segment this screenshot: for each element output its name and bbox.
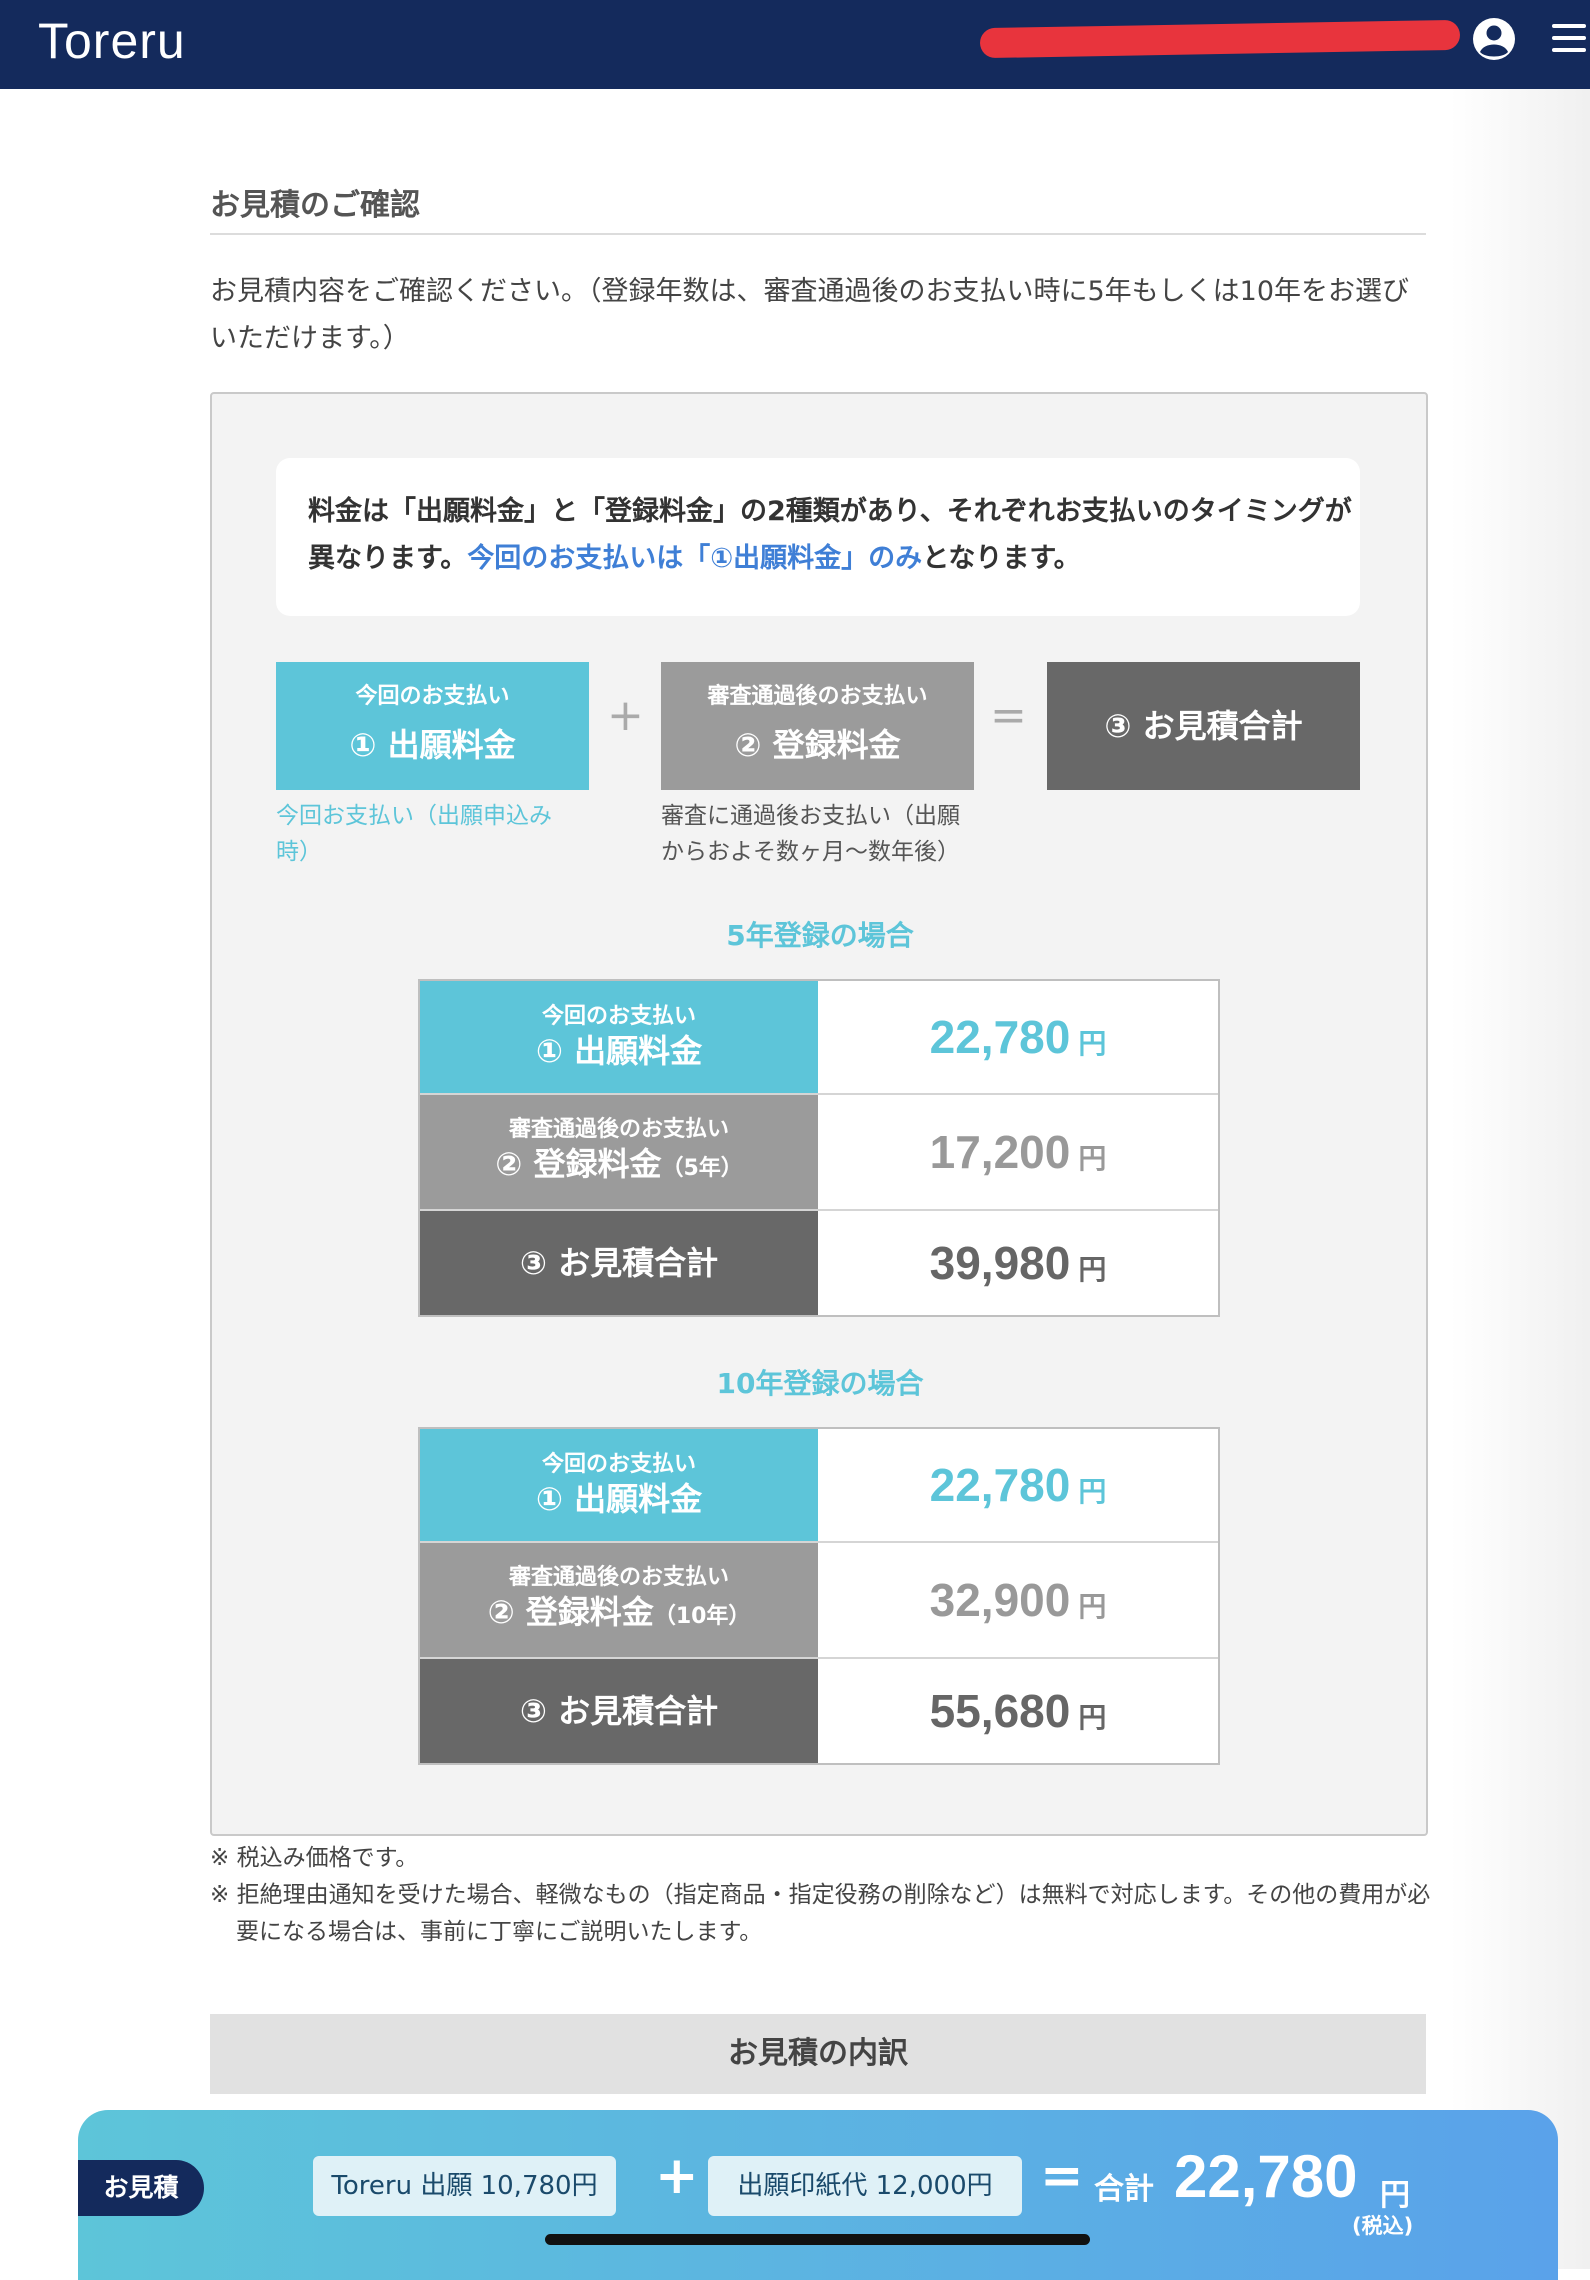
value-number: 39,980 <box>929 1237 1071 1289</box>
value-unit: 円 <box>1078 1143 1107 1174</box>
value-number: 55,680 <box>929 1685 1071 1737</box>
value-number: 17,200 <box>929 1126 1071 1178</box>
bottom-tax-label: (税込) <box>1352 2214 1414 2238</box>
redacted-account-name <box>979 19 1461 59</box>
notice-text-end: となります。 <box>922 543 1081 574</box>
title-divider <box>210 233 1426 235</box>
bottom-plus-sign: + <box>655 2146 699 2206</box>
cell-label: ① 出願料金 <box>535 1480 703 1518</box>
bottom-bar-label: お見積 <box>78 2160 204 2216</box>
case-10-year-title: 10年登録の場合 <box>716 1367 924 1400</box>
value-number: 22,780 <box>929 1459 1071 1511</box>
registration-fee-note: 審査に通過後お支払い（出願からおよそ数ヶ月〜数年後） <box>661 803 960 865</box>
estimate-total-cell: ③ お見積合計 <box>420 1211 818 1315</box>
user-account-icon[interactable] <box>1472 17 1516 61</box>
registration-fee-box: 審査通過後のお支払い ② 登録料金 <box>661 662 974 790</box>
tax-footnote: ※ 税込み価格です。 <box>210 1845 419 1871</box>
cell-caption: 審査通過後のお支払い <box>508 1564 729 1590</box>
filing-fee-value: 22,780 円 <box>818 1429 1218 1541</box>
cell-label: ③ お見積合計 <box>519 1244 719 1282</box>
cell-caption: 審査通過後のお支払い <box>508 1116 729 1142</box>
estimate-total-cell: ③ お見積合計 <box>420 1659 818 1763</box>
filing-fee-note: 今回お支払い（出願申込み時） <box>276 803 552 865</box>
filing-fee-value: 22,780 円 <box>818 981 1218 1093</box>
side-shadow <box>1450 89 1590 2269</box>
registration-fee-cell: 審査通過後のお支払い ② 登録料金（10年） <box>420 1543 818 1657</box>
table-row: 審査通過後のお支払い ② 登録料金（10年） 32,900 円 <box>420 1543 1218 1659</box>
page-title: お見積のご確認 <box>210 188 420 223</box>
value-number: 32,900 <box>929 1574 1071 1626</box>
cell-caption: 今回のお支払い <box>541 1452 696 1477</box>
case-5-year-table: 今回のお支払い ① 出願料金 22,780 円 審査通過後のお支払い ② 登録料金… <box>418 979 1220 1317</box>
home-indicator[interactable] <box>545 2234 1090 2245</box>
registration-fee-value: 32,900 円 <box>818 1543 1218 1657</box>
table-row: ③ お見積合計 55,680 円 <box>420 1659 1218 1763</box>
breakdown-header[interactable]: お見積の内訳 <box>210 2014 1426 2094</box>
value-unit: 円 <box>1078 1702 1107 1733</box>
value-unit: 円 <box>1078 1476 1107 1507</box>
estimate-total-box: ③ お見積合計 <box>1047 662 1360 790</box>
hamburger-menu-icon[interactable] <box>1552 24 1586 54</box>
registration-fee-caption: 審査通過後のお支払い <box>707 684 928 709</box>
stamp-fee-pill: 出願印紙代 12,000円 <box>708 2156 1022 2216</box>
estimate-total-value: 55,680 円 <box>818 1659 1218 1763</box>
table-row: 審査通過後のお支払い ② 登録料金（5年） 17,200 円 <box>420 1095 1218 1211</box>
estimate-total-value: 39,980 円 <box>818 1211 1218 1315</box>
bottom-equals-sign: = <box>1040 2146 1084 2206</box>
cell-label-years: （5年） <box>661 1155 743 1181</box>
rejection-footnote: ※ 拒絶理由通知を受けた場合、軽微なもの（指定商品・指定役務の削除など）は無料で… <box>210 1882 1431 1945</box>
bottom-total-unit: 円 <box>1380 2178 1410 2213</box>
case-10-year-table: 今回のお支払い ① 出願料金 22,780 円 審査通過後のお支払い ② 登録料金… <box>418 1427 1220 1765</box>
filing-fee-cell: 今回のお支払い ① 出願料金 <box>420 981 818 1093</box>
cell-label-text: ② 登録料金 <box>487 1592 654 1631</box>
filing-fee-label: ① 出願料金 <box>349 726 516 764</box>
cell-caption: 今回のお支払い <box>541 1004 696 1029</box>
toreru-filing-fee-pill: Toreru 出願 10,780円 <box>313 2156 616 2216</box>
cell-label: ③ お見積合計 <box>519 1692 719 1730</box>
filing-fee-box: 今回のお支払い ① 出願料金 <box>276 662 589 790</box>
toreru-logo[interactable]: Toreru <box>38 12 186 70</box>
registration-fee-label: ② 登録料金 <box>734 726 901 764</box>
registration-fee-value: 17,200 円 <box>818 1095 1218 1209</box>
estimate-total-label: ③ お見積合計 <box>1104 707 1303 745</box>
intro-text: お見積内容をご確認ください。（登録年数は、審査通過後のお支払い時に5年もしくは1… <box>210 276 1410 354</box>
cell-label-text: ② 登録料金 <box>495 1144 662 1183</box>
filing-fee-cell: 今回のお支払い ① 出願料金 <box>420 1429 818 1541</box>
table-row: 今回のお支払い ① 出願料金 22,780 円 <box>420 981 1218 1095</box>
value-unit: 円 <box>1078 1591 1107 1622</box>
notice-highlight: 今回のお支払いは「①出願料金」のみ <box>467 543 923 574</box>
value-unit: 円 <box>1078 1254 1107 1285</box>
cell-label: ② 登録料金（5年） <box>420 1144 818 1189</box>
bottom-total-value: 22,780 <box>1174 2143 1358 2210</box>
bottom-total-label: 合計 <box>1094 2172 1154 2207</box>
table-row: 今回のお支払い ① 出願料金 22,780 円 <box>420 1429 1218 1543</box>
case-5-year-title: 5年登録の場合 <box>726 919 914 952</box>
plus-sign: + <box>607 690 644 741</box>
filing-fee-caption: 今回のお支払い <box>355 684 510 709</box>
cell-label-years: （10年） <box>653 1603 751 1629</box>
fee-notice: 料金は「出願料金」と「登録料金」の2種類があり、それぞれお支払いのタイミングが異… <box>276 458 1360 616</box>
equals-sign: = <box>990 690 1027 741</box>
app-header: Toreru <box>0 0 1590 89</box>
cell-label: ② 登録料金（10年） <box>420 1592 818 1637</box>
table-row: ③ お見積合計 39,980 円 <box>420 1211 1218 1315</box>
registration-fee-cell: 審査通過後のお支払い ② 登録料金（5年） <box>420 1095 818 1209</box>
value-unit: 円 <box>1078 1028 1107 1059</box>
value-number: 22,780 <box>929 1011 1071 1063</box>
cell-label: ① 出願料金 <box>535 1032 703 1070</box>
